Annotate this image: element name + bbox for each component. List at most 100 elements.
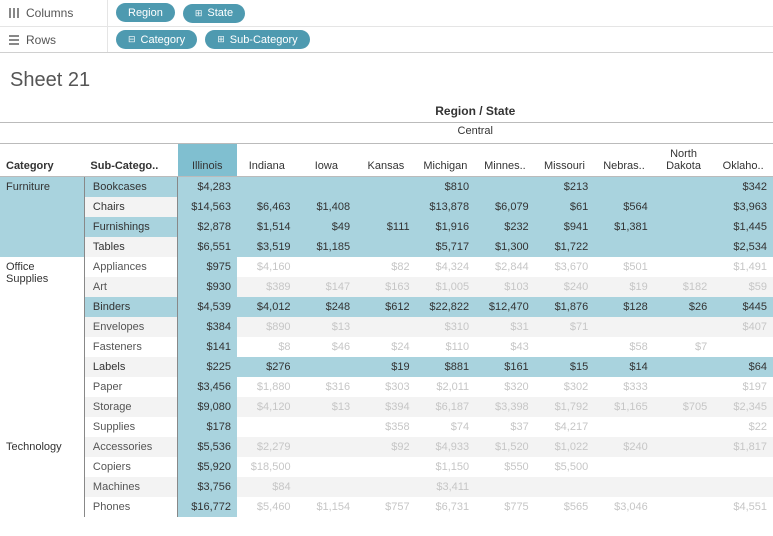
value-cell[interactable]: $111 <box>356 217 416 237</box>
value-cell[interactable]: $3,756 <box>178 477 238 497</box>
value-cell[interactable]: $1,408 <box>297 197 357 217</box>
table-row[interactable]: TechnologyAccessories$5,536$2,279$92$4,9… <box>0 437 773 457</box>
value-cell[interactable]: $4,217 <box>535 417 595 437</box>
subcategory-cell[interactable]: Art <box>84 277 177 297</box>
value-cell[interactable]: $501 <box>594 257 654 277</box>
value-cell[interactable] <box>356 317 416 337</box>
value-cell[interactable]: $612 <box>356 297 416 317</box>
value-cell[interactable]: $3,456 <box>178 377 238 397</box>
value-cell[interactable]: $22,822 <box>416 297 476 317</box>
value-cell[interactable]: $1,722 <box>535 237 595 257</box>
value-cell[interactable]: $240 <box>535 277 595 297</box>
value-cell[interactable] <box>654 257 714 277</box>
subcategory-cell[interactable]: Chairs <box>84 197 177 217</box>
value-cell[interactable]: $4,324 <box>416 257 476 277</box>
subcategory-cell[interactable]: Bookcases <box>84 177 177 197</box>
value-cell[interactable]: $303 <box>356 377 416 397</box>
value-cell[interactable]: $1,150 <box>416 457 476 477</box>
value-cell[interactable] <box>297 357 357 377</box>
value-cell[interactable]: $1,445 <box>713 217 773 237</box>
value-cell[interactable]: $4,283 <box>178 177 238 197</box>
table-row[interactable]: OfficeSuppliesAppliances$975$4,160$82$4,… <box>0 257 773 277</box>
value-cell[interactable]: $1,381 <box>594 217 654 237</box>
value-cell[interactable]: $1,520 <box>475 437 535 457</box>
category-cell[interactable]: OfficeSupplies <box>0 257 84 437</box>
value-cell[interactable]: $3,046 <box>594 497 654 517</box>
subcategory-cell[interactable]: Phones <box>84 497 177 517</box>
value-cell[interactable] <box>713 337 773 357</box>
value-cell[interactable]: $8 <box>237 337 297 357</box>
value-cell[interactable]: $1,792 <box>535 397 595 417</box>
dimension-pill[interactable]: ⊟Category <box>116 30 197 49</box>
value-cell[interactable]: $240 <box>594 437 654 457</box>
value-cell[interactable]: $384 <box>178 317 238 337</box>
state-header[interactable]: Minnes.. <box>475 144 535 177</box>
table-row[interactable]: Art$930$389$147$163$1,005$103$240$19$182… <box>0 277 773 297</box>
value-cell[interactable] <box>654 457 714 477</box>
value-cell[interactable]: $2,279 <box>237 437 297 457</box>
value-cell[interactable] <box>654 197 714 217</box>
state-header[interactable]: NorthDakota <box>654 144 714 177</box>
value-cell[interactable]: $941 <box>535 217 595 237</box>
value-cell[interactable]: $163 <box>356 277 416 297</box>
value-cell[interactable] <box>594 317 654 337</box>
value-cell[interactable]: $550 <box>475 457 535 477</box>
value-cell[interactable]: $407 <box>713 317 773 337</box>
table-row[interactable]: Furnishings$2,878$1,514$49$111$1,916$232… <box>0 217 773 237</box>
value-cell[interactable]: $564 <box>594 197 654 217</box>
value-cell[interactable]: $197 <box>713 377 773 397</box>
value-cell[interactable]: $5,536 <box>178 437 238 457</box>
value-cell[interactable]: $1,491 <box>713 257 773 277</box>
value-cell[interactable]: $49 <box>297 217 357 237</box>
value-cell[interactable]: $7 <box>654 337 714 357</box>
table-row[interactable]: Chairs$14,563$6,463$1,408$13,878$6,079$6… <box>0 197 773 217</box>
value-cell[interactable]: $59 <box>713 277 773 297</box>
category-header[interactable]: Category <box>0 144 84 177</box>
category-cell[interactable]: Technology <box>0 437 84 517</box>
value-cell[interactable]: $9,080 <box>178 397 238 417</box>
value-cell[interactable]: $6,731 <box>416 497 476 517</box>
value-cell[interactable] <box>654 497 714 517</box>
value-cell[interactable]: $14 <box>594 357 654 377</box>
value-cell[interactable]: $4,539 <box>178 297 238 317</box>
dimension-pill[interactable]: ⊞Sub-Category <box>205 30 309 49</box>
subcategory-cell[interactable]: Supplies <box>84 417 177 437</box>
value-cell[interactable]: $930 <box>178 277 238 297</box>
value-cell[interactable]: $302 <box>535 377 595 397</box>
value-cell[interactable]: $178 <box>178 417 238 437</box>
value-cell[interactable] <box>594 177 654 197</box>
value-cell[interactable]: $5,920 <box>178 457 238 477</box>
value-cell[interactable] <box>535 477 595 497</box>
value-cell[interactable] <box>297 177 357 197</box>
value-cell[interactable]: $705 <box>654 397 714 417</box>
value-cell[interactable] <box>356 177 416 197</box>
value-cell[interactable] <box>654 417 714 437</box>
value-cell[interactable]: $810 <box>416 177 476 197</box>
value-cell[interactable]: $3,670 <box>535 257 595 277</box>
value-cell[interactable] <box>654 377 714 397</box>
value-cell[interactable]: $128 <box>594 297 654 317</box>
table-row[interactable]: Copiers$5,920$18,500$1,150$550$5,500 <box>0 457 773 477</box>
value-cell[interactable]: $2,534 <box>713 237 773 257</box>
value-cell[interactable] <box>654 237 714 257</box>
value-cell[interactable]: $14,563 <box>178 197 238 217</box>
dimension-pill[interactable]: Region <box>116 3 175 22</box>
region-header[interactable]: Central <box>178 123 773 144</box>
value-cell[interactable]: $182 <box>654 277 714 297</box>
value-cell[interactable]: $2,844 <box>475 257 535 277</box>
value-cell[interactable]: $2,345 <box>713 397 773 417</box>
value-cell[interactable] <box>713 457 773 477</box>
rows-shelf[interactable]: Rows ⊟Category⊞Sub-Category <box>0 26 773 52</box>
value-cell[interactable]: $1,916 <box>416 217 476 237</box>
value-cell[interactable]: $445 <box>713 297 773 317</box>
table-row[interactable]: Storage$9,080$4,120$13$394$6,187$3,398$1… <box>0 397 773 417</box>
value-cell[interactable]: $4,933 <box>416 437 476 457</box>
value-cell[interactable]: $1,817 <box>713 437 773 457</box>
value-cell[interactable]: $15 <box>535 357 595 377</box>
subcategory-cell[interactable]: Binders <box>84 297 177 317</box>
value-cell[interactable]: $358 <box>356 417 416 437</box>
value-cell[interactable]: $1,300 <box>475 237 535 257</box>
value-cell[interactable]: $22 <box>713 417 773 437</box>
subcategory-cell[interactable]: Envelopes <box>84 317 177 337</box>
value-cell[interactable]: $2,878 <box>178 217 238 237</box>
